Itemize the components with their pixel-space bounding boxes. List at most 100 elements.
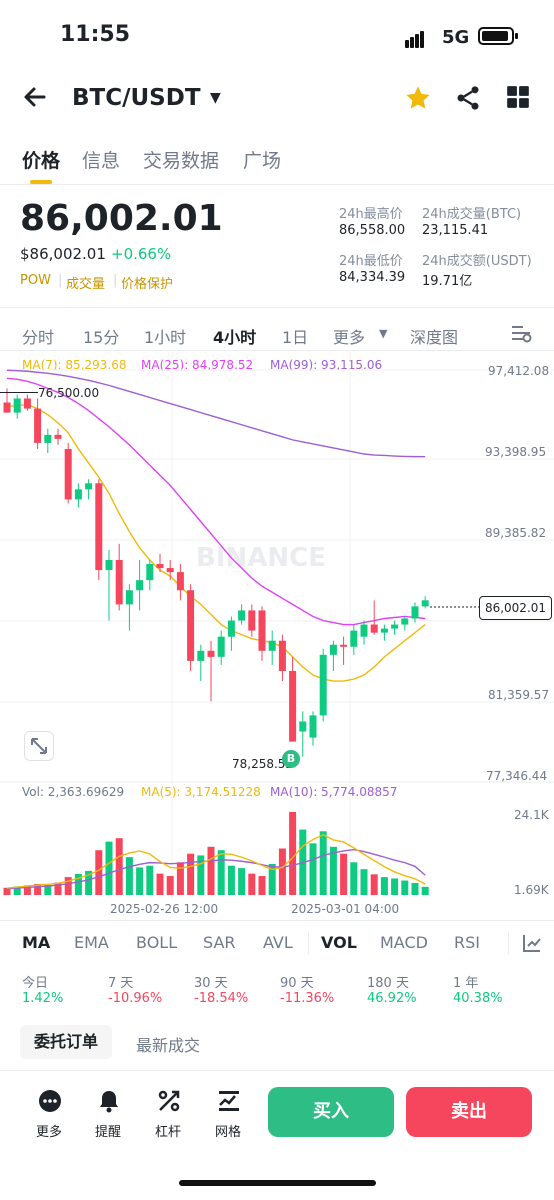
- indicator-ma[interactable]: MA: [22, 933, 50, 952]
- stat-vol-btc-label: 24h成交量(BTC): [422, 207, 522, 222]
- divider: [0, 184, 554, 185]
- candle-body: [125, 590, 133, 605]
- candle-body: [289, 670, 297, 742]
- tab-trading-data[interactable]: 交易数据: [143, 146, 219, 173]
- interval-1d[interactable]: 1日: [282, 324, 308, 348]
- volume-bar: [411, 882, 419, 895]
- candle-body: [23, 398, 31, 409]
- tab-open-orders[interactable]: 委托订单: [20, 1025, 112, 1059]
- more-label[interactable]: 更多: [36, 1121, 62, 1140]
- chart-settings-icon[interactable]: [510, 322, 532, 348]
- volume-bar: [278, 848, 286, 895]
- candle-body: [401, 618, 409, 625]
- candle-body: [309, 715, 317, 738]
- pair-selector[interactable]: BTC/USDT: [72, 85, 201, 111]
- interval-depth[interactable]: 深度图: [410, 324, 458, 348]
- caret-down-icon[interactable]: ▼: [210, 90, 221, 106]
- interval-time[interactable]: 分时: [22, 324, 54, 348]
- volume-bar: [401, 880, 409, 895]
- grid-trading-icon[interactable]: [216, 1088, 242, 1114]
- perf-label: 90 天: [280, 976, 314, 991]
- indicator-boll[interactable]: BOLL: [136, 933, 177, 952]
- volume-bar: [340, 853, 348, 895]
- volume-bar: [156, 873, 164, 895]
- interval-1h[interactable]: 1小时: [144, 324, 186, 348]
- candle-body: [329, 644, 337, 655]
- candle-body: [146, 564, 154, 581]
- sell-button[interactable]: 卖出: [406, 1087, 532, 1137]
- date-label: 2025-03-01 04:00: [291, 902, 400, 916]
- price-axis-label: 77,346.44: [486, 769, 548, 783]
- network-label: 5G: [442, 27, 470, 48]
- tag-price-protection[interactable]: 价格保护: [121, 273, 173, 292]
- divider: [0, 307, 554, 308]
- caret-down-icon[interactable]: ▼: [379, 327, 387, 340]
- candle-body: [340, 644, 348, 647]
- expand-icon[interactable]: [24, 731, 54, 761]
- price-axis-label: 93,398.95: [485, 445, 547, 459]
- volume-bar: [421, 886, 429, 895]
- high-marker-line: [0, 392, 38, 393]
- candle-body: [370, 624, 378, 633]
- indicator-macd[interactable]: MACD: [380, 933, 428, 952]
- indicator-vol[interactable]: VOL: [321, 933, 357, 952]
- perf-value: 1.42%: [22, 991, 64, 1006]
- alert-label[interactable]: 提醒: [95, 1121, 121, 1140]
- grid-label[interactable]: 网格: [215, 1121, 241, 1140]
- stat-low-label: 24h最低价: [339, 254, 403, 269]
- back-arrow-icon[interactable]: [22, 84, 48, 117]
- stat-low: 84,334.39: [339, 270, 406, 285]
- buy-button[interactable]: 买入: [268, 1087, 394, 1137]
- price-chart[interactable]: BINANCE: [0, 352, 554, 912]
- ma25-line: [6, 377, 426, 626]
- volume-bar: [370, 874, 378, 895]
- tab-info[interactable]: 信息: [82, 146, 120, 173]
- volume-bar: [146, 865, 154, 895]
- candle-body: [360, 624, 368, 637]
- share-icon[interactable]: [454, 84, 482, 112]
- volume-bar: [248, 873, 256, 895]
- interval-4h[interactable]: 4小时: [213, 324, 256, 348]
- indicator-ema[interactable]: EMA: [74, 933, 109, 952]
- bell-icon[interactable]: [96, 1088, 122, 1114]
- perf-value: -18.54%: [194, 991, 249, 1006]
- buy-marker[interactable]: B: [282, 750, 300, 768]
- vol-axis-label: 24.1K: [514, 808, 549, 822]
- interval-15m[interactable]: 15分: [83, 324, 119, 348]
- tag-pow[interactable]: POW: [20, 273, 51, 288]
- more-icon[interactable]: [37, 1088, 63, 1114]
- indicator-avl[interactable]: AVL: [263, 933, 293, 952]
- indicator-settings-icon[interactable]: [521, 932, 543, 958]
- volume-bar: [238, 868, 246, 895]
- candle-body: [95, 483, 103, 571]
- interval-more[interactable]: 更多: [333, 324, 365, 348]
- current-price-tag: 86,002.01: [479, 596, 552, 620]
- candle-body: [299, 721, 307, 732]
- leverage-label[interactable]: 杠杆: [155, 1121, 181, 1140]
- high-marker: 76,500.00: [38, 386, 100, 400]
- tab-recent-trades[interactable]: 最新成交: [136, 1032, 200, 1056]
- candle-body: [74, 489, 82, 500]
- volume-bar: [115, 838, 123, 895]
- candle-body: [166, 568, 174, 573]
- grid-layout-icon[interactable]: [505, 84, 533, 112]
- tab-price[interactable]: 价格: [22, 146, 60, 173]
- price-axis-label: 81,359.57: [488, 688, 550, 702]
- status-time: 11:55: [60, 22, 131, 47]
- tag-volume[interactable]: 成交量: [66, 273, 105, 292]
- volume-bar: [289, 812, 297, 895]
- candle-body: [34, 408, 42, 443]
- star-icon[interactable]: [404, 84, 432, 112]
- perf-value: -10.96%: [108, 991, 163, 1006]
- leverage-icon[interactable]: [156, 1088, 182, 1114]
- volume-bar: [227, 865, 235, 895]
- indicator-sar[interactable]: SAR: [203, 933, 236, 952]
- tab-square[interactable]: 广场: [243, 146, 281, 173]
- candle-body: [156, 564, 164, 569]
- stat-vol-btc: 23,115.41: [422, 223, 489, 238]
- indicator-rsi[interactable]: RSI: [454, 933, 480, 952]
- volume-bar: [319, 831, 327, 895]
- candle-body: [64, 448, 72, 500]
- perf-label: 1 年: [453, 976, 479, 991]
- volume-bar: [380, 877, 388, 895]
